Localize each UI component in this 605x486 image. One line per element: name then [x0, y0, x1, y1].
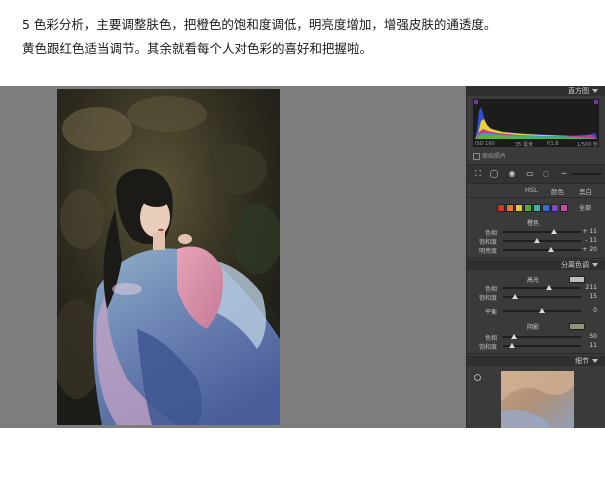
slider-track[interactable] [503, 343, 581, 348]
slider-row: 色相 + 11 [473, 228, 603, 237]
slider-value[interactable]: 50 [589, 333, 597, 340]
slider-track[interactable] [503, 229, 581, 234]
aperture-readout: f/1.8 [547, 141, 559, 147]
slider-label: 色相 [484, 230, 497, 237]
photo-preview[interactable] [57, 89, 280, 425]
slider-value[interactable]: 11 [589, 342, 597, 349]
slider-track[interactable] [503, 238, 581, 243]
histogram-graph [474, 100, 598, 139]
caption-line-2: 黄色跟红色适当调节。其余就看每个人对色彩的喜好和把握啦。 [22, 41, 373, 56]
histogram-title: 直方图 [568, 87, 589, 95]
divider [467, 258, 605, 259]
slider-row: 饱和度 15 [473, 293, 603, 302]
slider-value[interactable]: 0 [593, 307, 597, 314]
slider-label: 饱和度 [478, 239, 497, 246]
color-swatch[interactable] [542, 204, 550, 212]
tab-hsl[interactable]: HSL [525, 186, 538, 194]
target-adjust-icon[interactable] [474, 374, 481, 381]
color-swatch[interactable] [515, 204, 523, 212]
detail-preview [501, 371, 574, 428]
collapse-triangle-icon [592, 89, 598, 93]
shadow-clipping-indicator [474, 100, 478, 104]
color-swatch[interactable] [506, 204, 514, 212]
color-swatch[interactable] [524, 204, 532, 212]
orange-section-label: 橙色 [527, 220, 540, 227]
develop-panel: 直方图 ISO 160 35 毫米 f/1.8 1/500 秒 原始照片 ⛶ ◯… [466, 86, 605, 428]
split-toning-title: 分离色调 [561, 261, 589, 269]
split-toning-header[interactable]: 分离色调 [467, 260, 605, 270]
slider-label: 饱和度 [478, 344, 497, 351]
slider-label: 色相 [484, 335, 497, 342]
crop-icon[interactable]: ⛶ [473, 169, 483, 179]
histogram [473, 99, 599, 147]
slider-label: 色相 [484, 286, 497, 293]
slider-handle[interactable] [551, 229, 558, 234]
color-swatch[interactable] [560, 204, 568, 212]
slider-row: 平衡 0 [473, 307, 603, 316]
slider-track[interactable] [503, 247, 581, 252]
slider-handle[interactable] [548, 247, 555, 252]
iso-readout: ISO 160 [475, 141, 495, 147]
shutter-readout: 1/500 秒 [577, 142, 598, 148]
slider-handle[interactable] [546, 285, 553, 290]
divider [467, 197, 605, 198]
collapse-triangle-icon [592, 359, 598, 363]
slider-value[interactable]: 211 [586, 284, 597, 291]
color-swatch[interactable] [497, 204, 505, 212]
original-photo-toggle[interactable]: 原始照片 [473, 151, 506, 160]
slider-label: 饱和度 [478, 295, 497, 302]
slider-track[interactable] [503, 294, 581, 299]
focal-length-readout: 35 毫米 [515, 142, 533, 148]
slider-handle[interactable] [511, 294, 518, 299]
radial-filter-icon[interactable]: ◌ [541, 169, 551, 179]
tab-color[interactable]: 颜色 [551, 186, 564, 196]
tab-bw[interactable]: 黑白 [579, 186, 592, 196]
shadow-color-swatch[interactable] [569, 323, 585, 330]
highlight-clipping-indicator [594, 100, 598, 104]
checkbox-icon[interactable] [473, 153, 480, 160]
slider-row: 饱和度 - 11 [473, 237, 603, 246]
graduated-filter-icon[interactable]: ▭ [525, 169, 535, 179]
spot-removal-icon[interactable]: ◯ [489, 169, 499, 179]
brush-icon[interactable]: ─ [559, 169, 569, 179]
slider-handle[interactable] [510, 334, 517, 339]
slider-row: 明亮度 + 20 [473, 246, 603, 255]
slider-track[interactable] [503, 308, 581, 313]
detail-preview-image [501, 371, 574, 428]
highlights-label: 高光 [527, 277, 540, 284]
slider-handle[interactable] [533, 238, 540, 243]
divider [467, 353, 605, 354]
collapse-triangle-icon [592, 263, 598, 267]
slider-value[interactable]: + 20 [582, 246, 597, 253]
all-colors-button[interactable]: 全部 [579, 203, 591, 212]
hsl-tab-bar: HSL 颜色 黑白 [467, 185, 605, 196]
slider-value[interactable]: 15 [589, 293, 597, 300]
slider-handle[interactable] [508, 343, 515, 348]
slider-label: 平衡 [484, 309, 497, 316]
slider-row: 色相 211 [473, 284, 603, 293]
color-swatch[interactable] [551, 204, 559, 212]
tool-slider[interactable] [571, 173, 601, 175]
slider-handle[interactable] [539, 308, 545, 313]
slider-row: 色相 50 [473, 333, 603, 342]
detail-header[interactable]: 细节 [467, 356, 605, 366]
color-swatch[interactable] [533, 204, 541, 212]
photo-image [57, 89, 280, 425]
red-eye-icon[interactable]: ◉ [507, 169, 517, 179]
detail-title: 细节 [575, 357, 589, 365]
slider-row: 饱和度 11 [473, 342, 603, 351]
tool-strip: ⛶ ◯ ◉ ▭ ◌ ─ [467, 164, 605, 184]
shadows-label: 阴影 [527, 324, 540, 331]
slider-track[interactable] [503, 285, 581, 290]
slider-value[interactable]: + 11 [582, 228, 597, 235]
highlight-color-swatch[interactable] [569, 276, 585, 283]
slider-label: 明亮度 [478, 248, 497, 255]
caption-line-1: 5 色彩分析，主要调整肤色，把橙色的饱和度调低，明亮度增加，增强皮肤的通透度。 [22, 17, 497, 32]
histogram-header[interactable]: 直方图 [467, 86, 605, 96]
slider-value[interactable]: - 11 [585, 237, 597, 244]
slider-track[interactable] [503, 334, 581, 339]
